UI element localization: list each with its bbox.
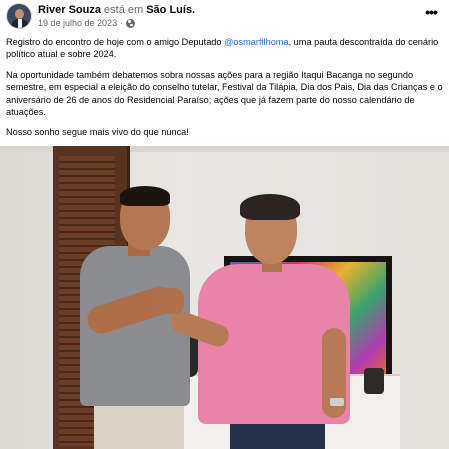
author-avatar[interactable] [6,3,32,29]
post-text: Registro do encontro de hoje com o amigo… [6,36,443,147]
avatar-shirt [18,19,22,28]
meta-separator: · [120,18,124,28]
person-left-pants [94,400,184,449]
avatar-face [15,9,24,19]
post-paragraph-1: Registro do encontro de hoje com o amigo… [6,36,443,61]
mention-link[interactable]: @osmarfilhoma [224,37,288,47]
post-header: River Souza está em São Luís. 19 de julh… [6,3,443,33]
wristwatch [330,398,344,406]
globe-icon[interactable] [126,18,136,28]
handshake [152,288,184,314]
location-link[interactable]: São Luís. [146,4,195,16]
action-text: está em [100,4,147,16]
person-left-hair [120,186,170,206]
post-date[interactable]: 19 de julho de 2023 [38,18,117,28]
post-paragraph-2: Na oportunidade também debatemos sobra n… [6,69,443,118]
author-name[interactable]: River Souza [38,4,101,16]
more-options-button[interactable]: ••• [421,5,441,23]
post-meta: 19 de julho de 2023 · [38,18,136,28]
person-right-hair [240,194,300,220]
post-paragraph-3: Nosso sonho segue mais vivo do que nunca… [6,127,189,138]
p1-before: Registro do encontro de hoje com o amigo… [6,37,225,47]
author-line: River Souza está em São Luís. [38,4,195,16]
photo-vase [364,368,384,394]
post-photo[interactable] [0,146,449,449]
